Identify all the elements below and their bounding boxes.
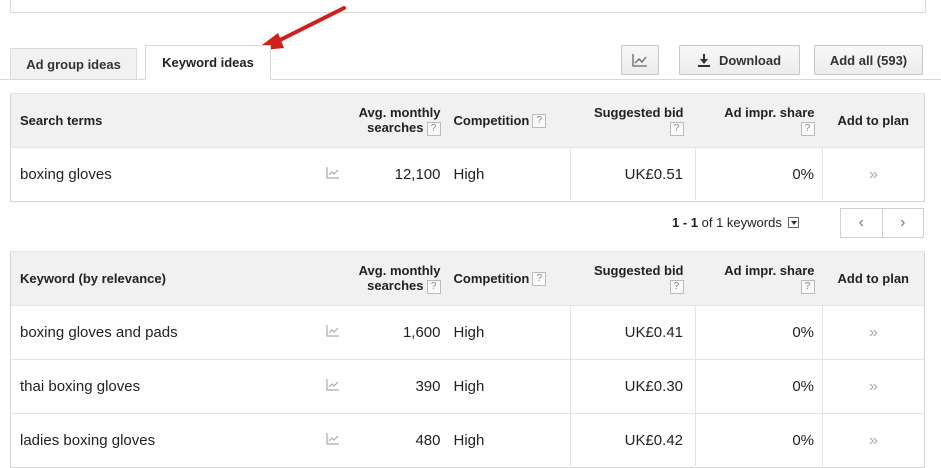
download-button[interactable]: Download <box>679 45 800 75</box>
keyword-text: ladies boxing gloves <box>10 413 316 468</box>
avg-searches-value: 480 <box>350 413 446 468</box>
competition-value: High <box>445 147 571 202</box>
help-icon[interactable]: ? <box>532 272 547 287</box>
line-chart-icon <box>632 53 648 67</box>
help-icon[interactable]: ? <box>532 114 547 129</box>
col-competition[interactable]: Competition? <box>445 93 571 148</box>
col-add-to-plan: Add to plan <box>822 251 925 306</box>
avg-searches-value: 390 <box>350 359 446 414</box>
ad-impr-share-value: 0% <box>695 359 823 414</box>
download-icon <box>697 53 710 67</box>
col-competition[interactable]: Competition? <box>445 251 571 306</box>
trend-chart-icon[interactable] <box>326 166 340 179</box>
help-icon[interactable]: ? <box>426 279 441 294</box>
competition-value: High <box>445 413 571 468</box>
keyword-text: boxing gloves <box>10 147 316 202</box>
suggested-bid-value: UK£0.41 <box>570 305 696 360</box>
ad-impr-share-value: 0% <box>695 147 823 202</box>
pagination-info: 1 - 1 of 1 keywords <box>672 215 799 230</box>
add-to-plan-button[interactable]: » <box>869 166 878 183</box>
next-page-button[interactable]: › <box>882 208 924 238</box>
avg-searches-value: 1,600 <box>350 305 446 360</box>
dropdown-icon[interactable] <box>787 217 799 228</box>
help-icon[interactable]: ? <box>800 279 815 294</box>
col-ad-impr-share[interactable]: Ad impr. share? <box>695 93 823 148</box>
table-row: ladies boxing gloves 480 High UK£0.42 0%… <box>10 413 925 468</box>
add-to-plan-button[interactable]: » <box>869 378 878 395</box>
ad-impr-share-value: 0% <box>695 413 823 468</box>
prev-page-button[interactable]: ‹ <box>840 208 883 238</box>
add-all-button[interactable]: Add all (593) <box>814 45 923 75</box>
competition-value: High <box>445 359 571 414</box>
keyword-ideas-table: Keyword (by relevance) Avg. monthly sear… <box>10 251 925 468</box>
keyword-text: thai boxing gloves <box>10 359 316 414</box>
top-panel <box>10 0 926 13</box>
help-icon[interactable]: ? <box>669 279 684 294</box>
suggested-bid-value: UK£0.42 <box>570 413 696 468</box>
table-row: thai boxing gloves 390 High UK£0.30 0% » <box>10 359 925 414</box>
help-icon[interactable]: ? <box>426 121 441 136</box>
col-avg-monthly-searches[interactable]: Avg. monthly searches? <box>350 251 446 306</box>
search-terms-table: Search terms Avg. monthly searches? Comp… <box>10 93 925 202</box>
pagination-range: 1 - 1 <box>672 215 699 230</box>
ad-impr-share-value: 0% <box>695 305 823 360</box>
trend-chart-icon[interactable] <box>326 324 340 337</box>
help-icon[interactable]: ? <box>800 121 815 136</box>
keyword-text: boxing gloves and pads <box>10 305 316 360</box>
chart-button[interactable] <box>621 45 659 75</box>
col-keyword-by-relevance[interactable]: Keyword (by relevance) <box>10 251 316 306</box>
col-add-to-plan: Add to plan <box>822 93 925 148</box>
table-header: Search terms Avg. monthly searches? Comp… <box>10 93 925 148</box>
trend-chart-icon[interactable] <box>326 432 340 445</box>
add-to-plan-button[interactable]: » <box>869 324 878 341</box>
col-ad-impr-share[interactable]: Ad impr. share? <box>695 251 823 306</box>
avg-searches-value: 12,100 <box>350 147 446 202</box>
col-search-terms: Search terms <box>10 93 316 148</box>
trend-chart-icon[interactable] <box>326 378 340 391</box>
add-to-plan-button[interactable]: » <box>869 432 878 449</box>
competition-value: High <box>445 305 571 360</box>
tab-keyword-ideas[interactable]: Keyword ideas <box>145 45 271 80</box>
download-label: Download <box>718 52 782 68</box>
suggested-bid-value: UK£0.30 <box>570 359 696 414</box>
table-header: Keyword (by relevance) Avg. monthly sear… <box>10 251 925 306</box>
suggested-bid-value: UK£0.51 <box>570 147 696 202</box>
table-row: boxing gloves and pads 1,600 High UK£0.4… <box>10 305 925 360</box>
help-icon[interactable]: ? <box>669 121 684 136</box>
tab-ad-group-ideas[interactable]: Ad group ideas <box>10 48 137 80</box>
col-suggested-bid[interactable]: Suggested bid? <box>570 93 696 148</box>
tab-bar-divider <box>0 79 941 80</box>
col-suggested-bid[interactable]: Suggested bid? <box>570 251 696 306</box>
table-row: boxing gloves 12,100 High UK£0.51 0% » <box>10 147 925 202</box>
col-avg-monthly-searches[interactable]: Avg. monthly searches? <box>350 93 446 148</box>
pagination-buttons: ‹ › <box>840 208 924 238</box>
pagination-suffix: of 1 keywords <box>701 215 782 230</box>
